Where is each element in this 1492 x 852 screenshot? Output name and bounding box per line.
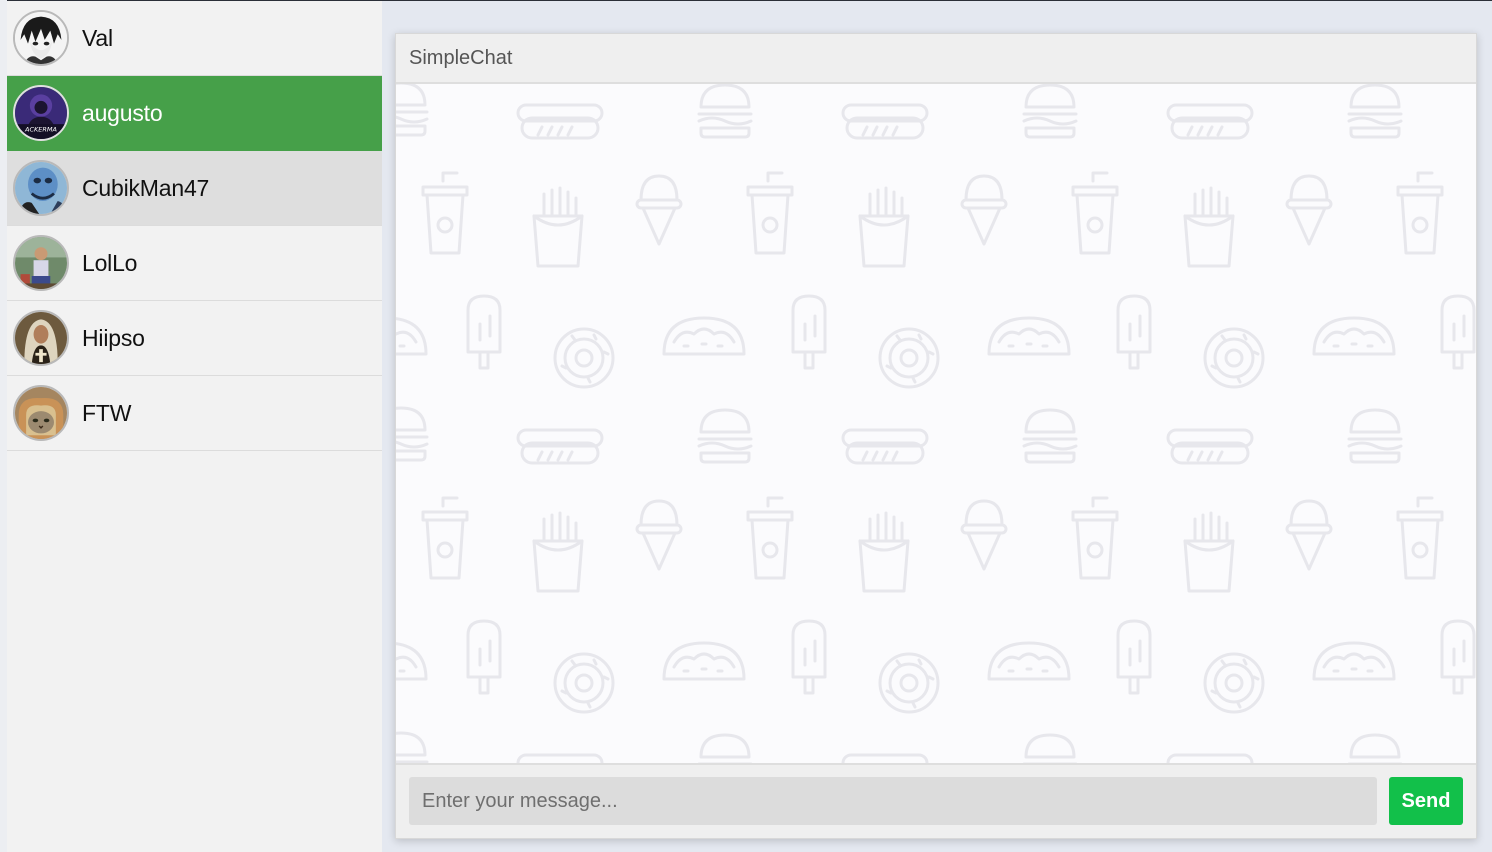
contact-name: Hiipso: [82, 324, 145, 351]
chat-header: SimpleChat: [396, 34, 1476, 84]
message-input[interactable]: [409, 777, 1377, 825]
contact-item-lollo[interactable]: LolLo: [7, 226, 382, 301]
contact-name: Val: [82, 24, 113, 51]
contact-item-val[interactable]: Val: [7, 1, 382, 76]
avatar: ACKERMA: [13, 85, 69, 141]
contact-sidebar: Val ACKERMA augusto CubikMan47 LolLo Hii…: [7, 1, 382, 852]
message-area[interactable]: [396, 84, 1476, 763]
avatar: [13, 160, 69, 216]
contact-name: FTW: [82, 399, 132, 426]
contact-item-ftw[interactable]: FTW: [7, 376, 382, 451]
left-edge: [0, 0, 7, 852]
food-pattern-background: [396, 84, 1476, 763]
avatar: [13, 10, 69, 66]
chat-window: SimpleChat Enter your message... Send: [395, 33, 1477, 839]
avatar: [13, 235, 69, 291]
avatar: [13, 385, 69, 441]
contact-item-hiipso[interactable]: Hiipso: [7, 301, 382, 376]
svg-text:ACKERMA: ACKERMA: [24, 126, 57, 134]
contact-name: augusto: [82, 99, 163, 126]
send-button[interactable]: Send: [1389, 777, 1463, 825]
contact-item-cubikman47[interactable]: CubikMan47: [7, 151, 382, 226]
contact-item-augusto[interactable]: ACKERMA augusto: [7, 76, 382, 151]
message-composer: Send: [396, 763, 1476, 838]
contact-name: CubikMan47: [82, 174, 210, 201]
avatar: [13, 310, 69, 366]
contact-name: LolLo: [82, 249, 138, 276]
chat-title: SimpleChat: [409, 46, 513, 69]
